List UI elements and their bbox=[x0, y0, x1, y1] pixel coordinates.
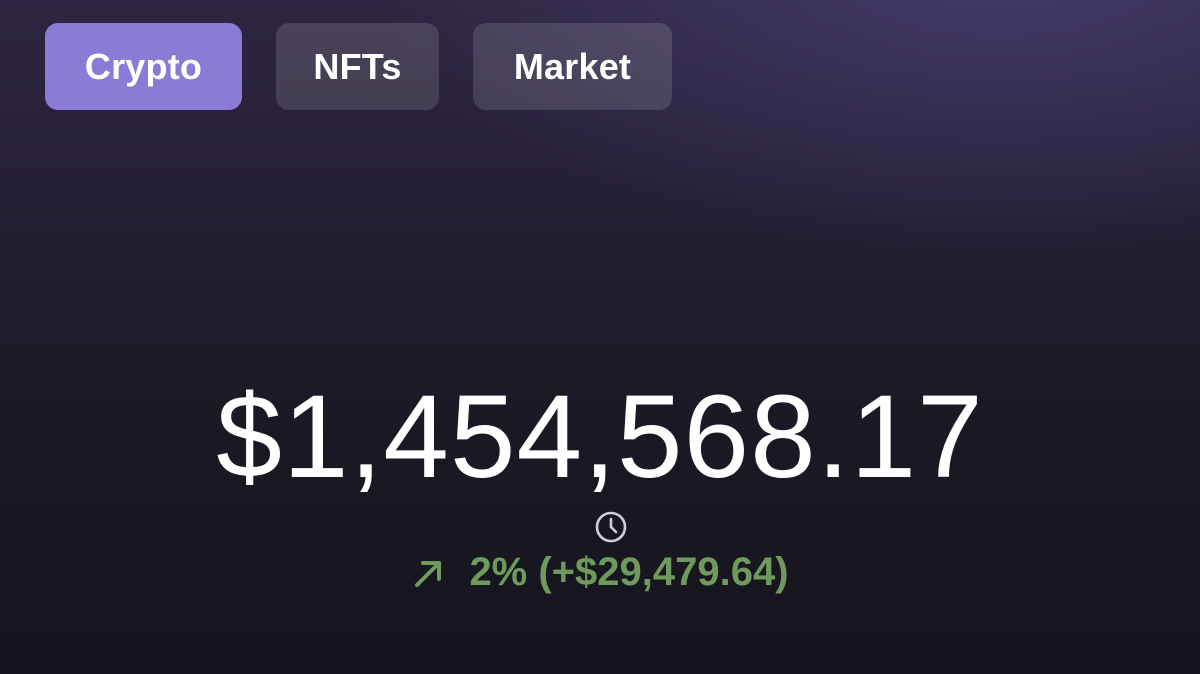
portfolio-balance: $1,454,568.17 bbox=[216, 371, 984, 503]
change-value: 2% (+$29,479.64) bbox=[469, 550, 789, 594]
tab-crypto[interactable]: Crypto bbox=[45, 23, 242, 110]
tab-nfts[interactable]: NFTs bbox=[276, 23, 439, 110]
clock-icon[interactable] bbox=[594, 510, 628, 544]
tab-market[interactable]: Market bbox=[473, 23, 672, 110]
arrow-up-right-icon bbox=[415, 560, 442, 587]
balance-change: 2% (+$29,479.64) bbox=[0, 550, 1200, 595]
tab-bar: Crypto NFTs Market bbox=[45, 23, 672, 110]
